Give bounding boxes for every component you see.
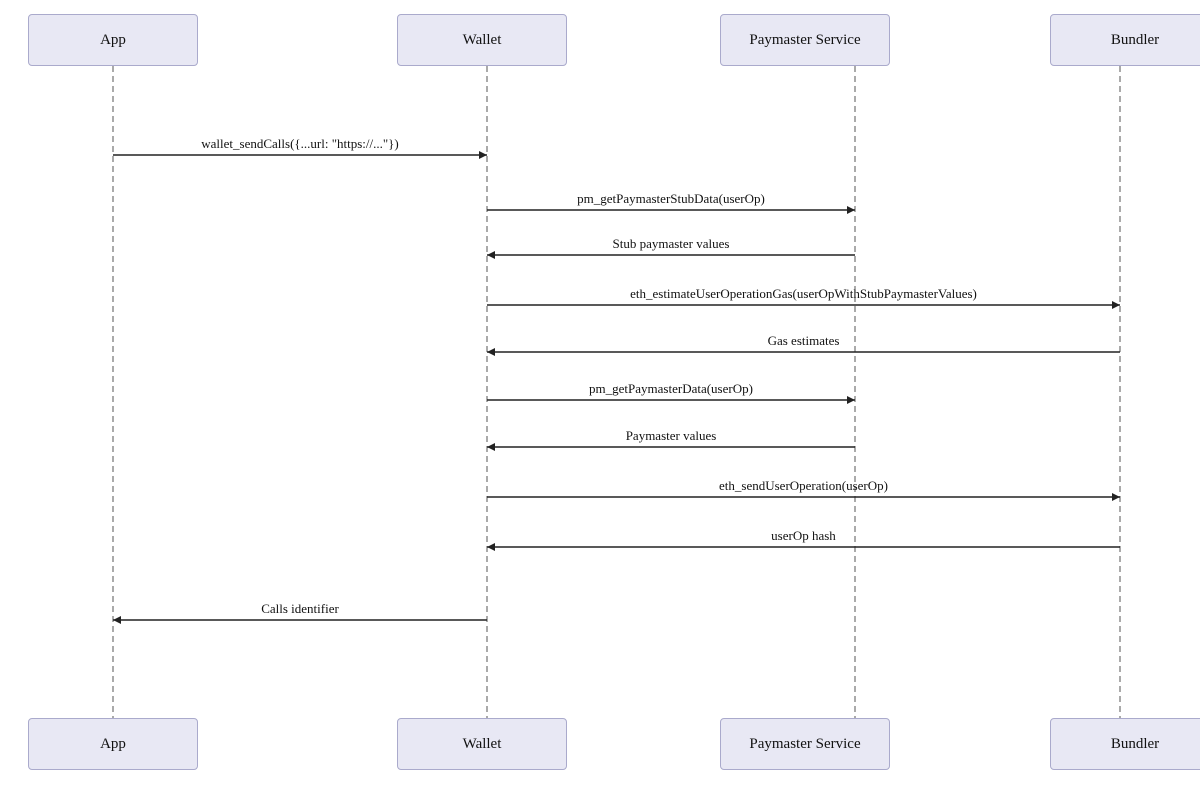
- svg-text:pm_getPaymasterData(userOp): pm_getPaymasterData(userOp): [589, 381, 753, 396]
- svg-text:pm_getPaymasterStubData(userOp: pm_getPaymasterStubData(userOp): [577, 191, 765, 206]
- actor-bottom-wallet: Wallet: [397, 718, 567, 770]
- actor-top-app: App: [28, 14, 198, 66]
- sequence-diagram: wallet_sendCalls({...url: "https://..."}…: [0, 0, 1200, 804]
- actor-bottom-app: App: [28, 718, 198, 770]
- svg-text:Gas estimates: Gas estimates: [768, 333, 840, 348]
- svg-text:userOp hash: userOp hash: [771, 528, 836, 543]
- svg-text:Calls identifier: Calls identifier: [261, 601, 339, 616]
- actor-top-bundler: Bundler: [1050, 14, 1200, 66]
- diagram-svg: wallet_sendCalls({...url: "https://..."}…: [0, 0, 1200, 804]
- svg-text:eth_sendUserOperation(userOp): eth_sendUserOperation(userOp): [719, 478, 888, 493]
- actor-top-wallet: Wallet: [397, 14, 567, 66]
- svg-text:Stub paymaster values: Stub paymaster values: [613, 236, 730, 251]
- svg-text:eth_estimateUserOperationGas(u: eth_estimateUserOperationGas(userOpWithS…: [630, 286, 977, 301]
- actor-bottom-bundler: Bundler: [1050, 718, 1200, 770]
- svg-text:wallet_sendCalls({...url: "htt: wallet_sendCalls({...url: "https://..."}…: [201, 136, 399, 151]
- svg-text:Paymaster values: Paymaster values: [626, 428, 717, 443]
- actor-bottom-paymaster: Paymaster Service: [720, 718, 890, 770]
- actor-top-paymaster: Paymaster Service: [720, 14, 890, 66]
